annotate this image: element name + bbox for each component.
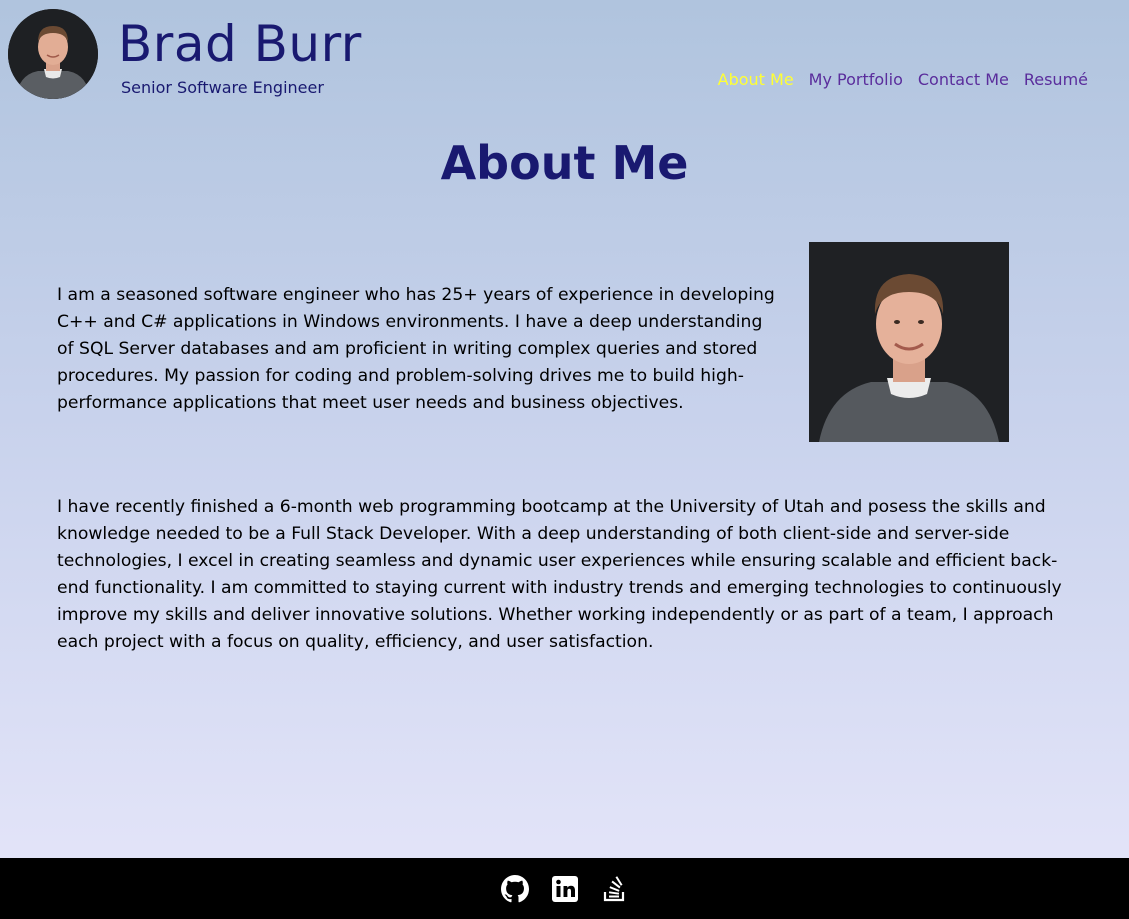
about-paragraph-2: I have recently finished a 6-month web p… bbox=[57, 497, 1062, 652]
github-icon bbox=[500, 874, 529, 902]
job-title: Senior Software Engineer bbox=[121, 78, 324, 97]
about-paragraph-1: I am a seasoned software engineer who ha… bbox=[57, 285, 775, 413]
linkedin-link[interactable] bbox=[551, 875, 579, 903]
nav-contact-me[interactable]: Contact Me bbox=[918, 70, 1009, 89]
stackoverflow-icon bbox=[603, 875, 624, 901]
avatar bbox=[8, 9, 98, 99]
footer bbox=[0, 858, 1129, 919]
nav-my-portfolio[interactable]: My Portfolio bbox=[809, 70, 903, 89]
person-headshot-icon bbox=[8, 9, 98, 99]
page-title: About Me bbox=[440, 136, 689, 190]
portrait-photo bbox=[809, 242, 1009, 442]
nav-about-me[interactable]: About Me bbox=[718, 70, 794, 89]
main-nav: About Me My Portfolio Contact Me Resumé bbox=[718, 70, 1088, 89]
stackoverflow-link[interactable] bbox=[601, 875, 629, 903]
site-name: Brad Burr bbox=[118, 15, 362, 73]
linkedin-icon bbox=[551, 875, 578, 902]
person-portrait-icon bbox=[809, 242, 1009, 442]
github-link[interactable] bbox=[500, 874, 529, 903]
nav-resume[interactable]: Resumé bbox=[1024, 70, 1088, 89]
